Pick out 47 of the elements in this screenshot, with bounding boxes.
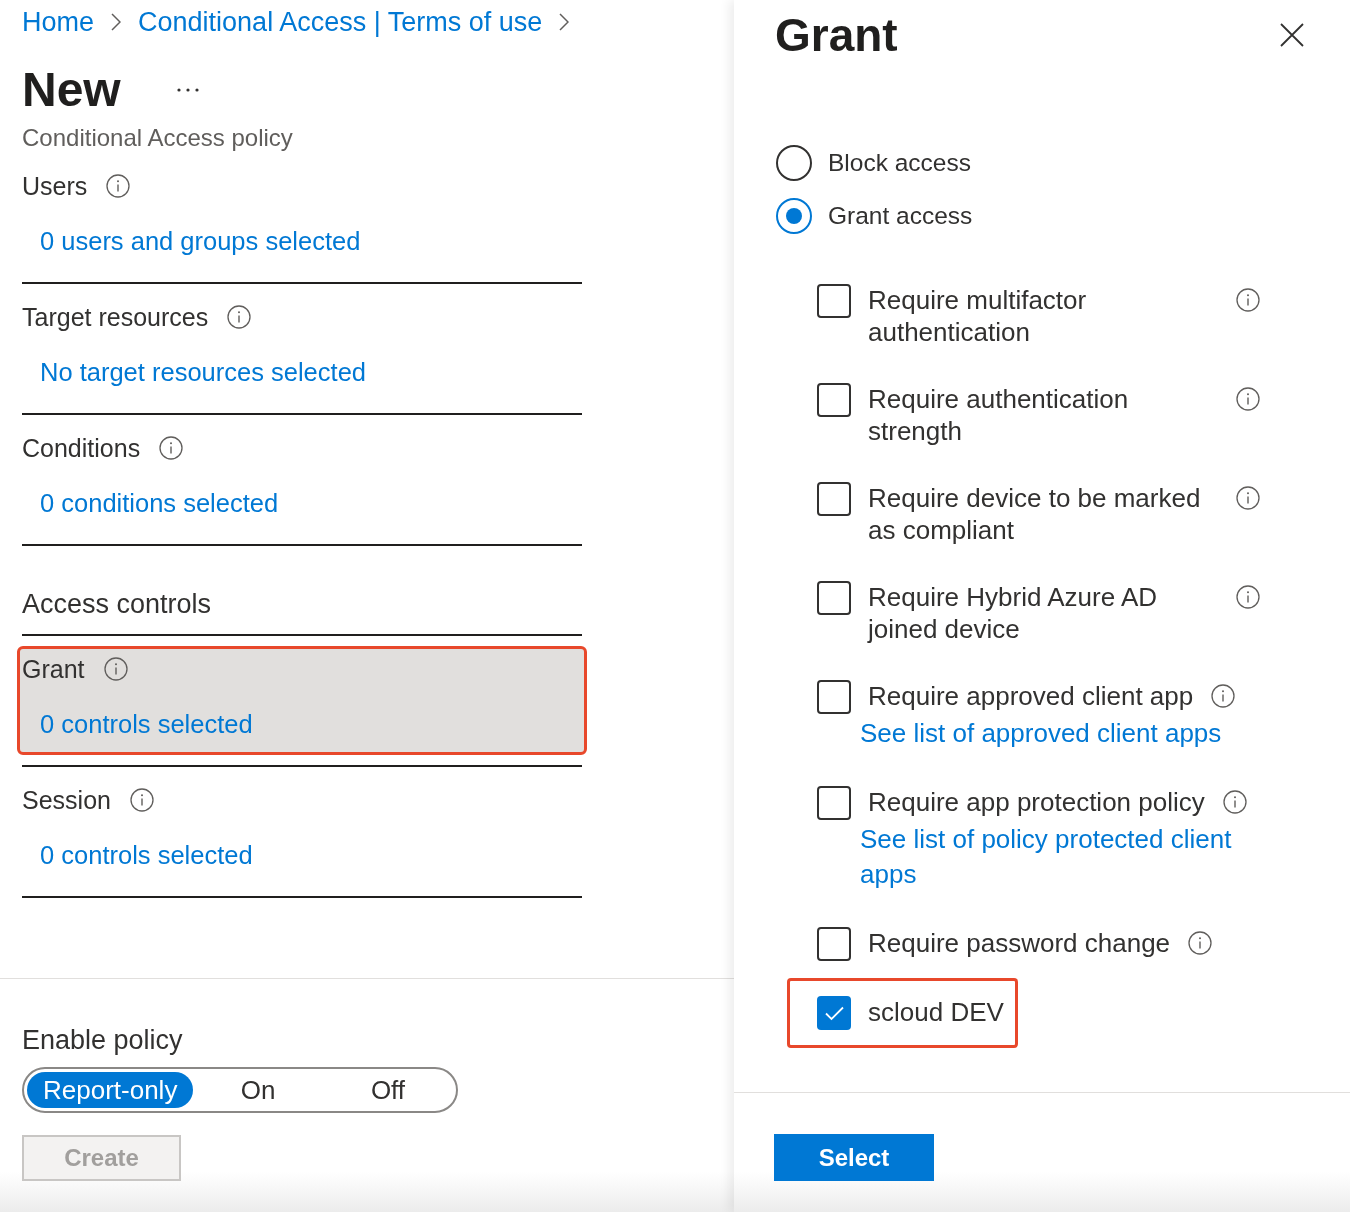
checkbox[interactable] [817,786,851,820]
section-label: Session [22,785,111,815]
help-link[interactable]: See list of approved client apps [860,716,1222,751]
field-label: Enable policy [22,1024,183,1056]
chevron-right-icon [559,13,570,31]
segment-option[interactable]: On [193,1072,323,1108]
option-label: Require approved client app [868,680,1194,712]
radio-button[interactable] [776,198,812,234]
option-label: Require app protection policy [868,786,1205,818]
page-subtitle: Conditional Access policy [22,123,293,153]
breadcrumb-link[interactable]: Home [22,6,95,38]
section-heading: Access controls [22,588,212,620]
checkbox[interactable] [817,581,851,615]
option-label: Require multifactor authentication [868,284,1088,348]
close-icon[interactable] [1280,23,1304,47]
checkbox[interactable] [817,680,851,714]
option-label: Require Hybrid Azure AD joined device [868,581,1159,645]
select-button[interactable]: Select [774,1134,934,1181]
help-link[interactable]: See list of policy protected client apps [860,822,1245,892]
selection-link[interactable]: No target resources selected [40,357,366,387]
checkbox[interactable] [817,284,851,318]
option-label: Require authentication strength [868,383,1130,447]
radio-button[interactable] [776,145,812,181]
checkbox[interactable] [817,927,851,961]
selection-link[interactable]: 0 controls selected [40,709,253,739]
option-label: Require password change [868,927,1171,959]
more-icon[interactable] [176,88,199,92]
breadcrumb-link[interactable]: Conditional Access | Terms of use [138,6,543,38]
segment-option[interactable]: Off [323,1072,453,1108]
chevron-right-icon [111,13,122,31]
checkbox[interactable] [817,482,851,516]
checkbox[interactable] [817,383,851,417]
checkbox[interactable] [817,996,851,1030]
section-label: Conditions [22,433,141,463]
panel-title: Grant [775,9,898,61]
section-label: Grant [22,654,85,684]
segment-option[interactable]: Report-only [27,1072,193,1108]
selection-link[interactable]: 0 users and groups selected [40,226,361,256]
selection-link[interactable]: 0 conditions selected [40,488,279,518]
option-label: scloud DEV [868,996,1004,1028]
page-title: New [22,64,121,116]
option-label: Grant access [828,202,973,230]
section-label: Target resources [22,302,209,332]
option-label: Block access [828,149,971,177]
selection-link[interactable]: 0 controls selected [40,840,253,870]
section-label: Users [22,171,88,201]
option-label: Require device to be marked as compliant [868,482,1202,546]
